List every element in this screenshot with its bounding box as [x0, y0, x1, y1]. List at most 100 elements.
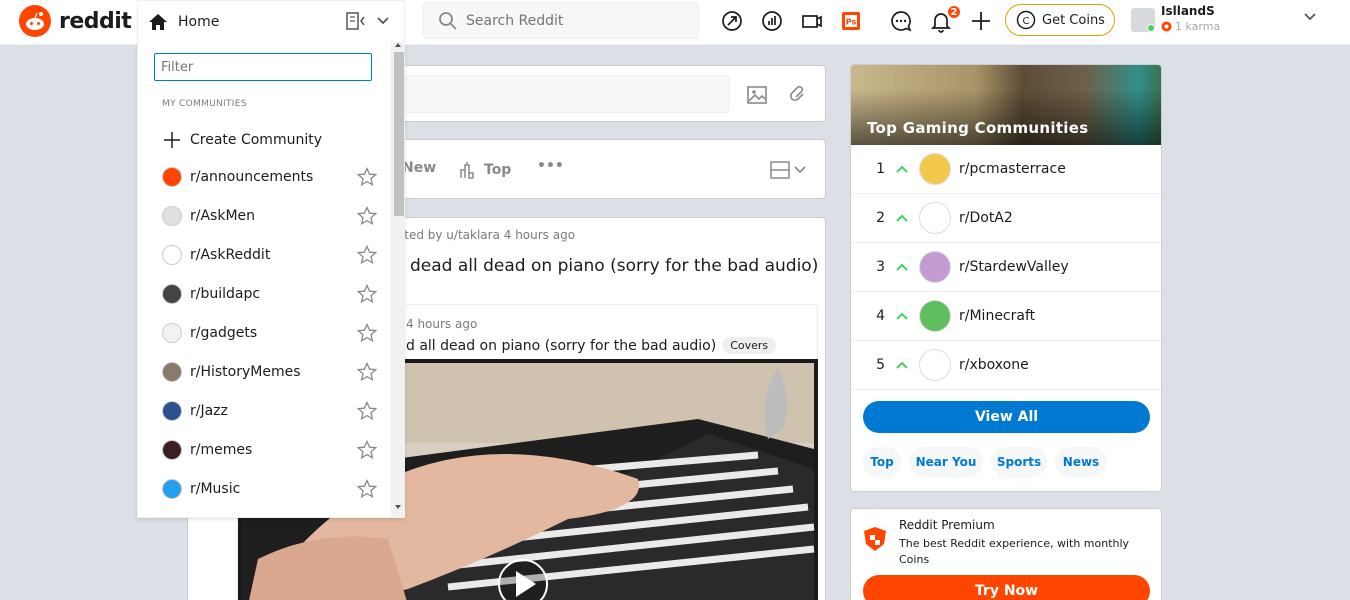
community-item[interactable]: r/HistoryMemes — [162, 354, 377, 390]
rank-up-arrow-icon — [896, 165, 908, 173]
community-rank-row[interactable]: 3 r/StardewValley — [851, 243, 1161, 292]
link-icon[interactable] — [787, 84, 809, 106]
chevron-down-icon[interactable] — [376, 16, 390, 26]
community-rank-row[interactable]: 2 r/DotA2 — [851, 194, 1161, 243]
collapse-sidebar-icon[interactable] — [346, 12, 366, 30]
community-item[interactable]: r/memes — [162, 432, 377, 468]
community-label: r/HistoryMemes — [190, 364, 301, 380]
popular-icon[interactable] — [720, 9, 744, 33]
search-input[interactable] — [466, 12, 666, 29]
home-icon — [149, 13, 167, 30]
chat-icon[interactable] — [889, 9, 913, 33]
premium-description: The best Reddit experience, with monthly… — [899, 537, 1130, 566]
create-community-item[interactable]: Create Community — [162, 122, 377, 158]
community-label: r/memes — [190, 442, 253, 458]
karma-icon — [1161, 21, 1172, 32]
search-bar[interactable] — [423, 2, 699, 39]
shield-icon — [864, 527, 886, 551]
rank-up-arrow-icon — [896, 361, 908, 369]
more-options-button[interactable]: ••• — [537, 158, 564, 174]
premium-title: Reddit Premium — [899, 518, 995, 532]
sort-top-label: Top — [484, 162, 512, 178]
community-item[interactable]: r/Jazz — [162, 393, 377, 429]
star-icon[interactable] — [357, 167, 377, 187]
community-item[interactable]: r/buildapc — [162, 276, 377, 312]
community-rank-row[interactable]: 4 r/Minecraft — [851, 292, 1161, 341]
star-icon[interactable] — [357, 284, 377, 304]
community-avatar-icon — [162, 206, 182, 226]
community-rank-row[interactable]: 5 r/xboxone — [851, 341, 1161, 390]
community-avatar-icon — [162, 167, 182, 187]
rank-number: 3 — [876, 259, 885, 275]
rank-up-arrow-icon — [896, 214, 908, 222]
chip-top[interactable]: Top — [863, 447, 901, 477]
post-flair[interactable]: Covers — [722, 337, 777, 354]
community-label: r/buildapc — [190, 286, 261, 302]
view-all-button[interactable]: View All — [863, 401, 1150, 433]
coin-icon: C — [1016, 10, 1036, 30]
community-item[interactable]: r/announcements — [162, 159, 377, 195]
crosspost-title[interactable]: d all dead on piano (sorry for the bad a… — [406, 337, 777, 354]
top-gaming-widget: Top Gaming Communities 1 r/pcmasterrace 2 r… — [850, 64, 1162, 492]
star-icon[interactable] — [357, 479, 377, 499]
rank-up-arrow-icon — [896, 263, 908, 271]
image-icon[interactable] — [746, 84, 768, 106]
create-post-input[interactable] — [398, 75, 730, 113]
sort-new-label: New — [402, 160, 437, 176]
karma-text: 1 karma — [1175, 20, 1221, 33]
reddit-logo[interactable]: reddit — [19, 5, 132, 37]
scroll-down-icon[interactable] — [394, 504, 402, 510]
star-icon[interactable] — [357, 206, 377, 226]
community-label: r/Music — [190, 481, 241, 497]
filter-input[interactable] — [154, 53, 372, 81]
star-icon[interactable] — [357, 323, 377, 343]
widget-title: Top Gaming Communities — [867, 119, 1089, 137]
stats-icon[interactable] — [760, 9, 784, 33]
plus-icon[interactable] — [969, 9, 993, 33]
sort-new-button[interactable]: New — [402, 160, 436, 176]
user-menu[interactable]: IsllandS 1 karma — [1131, 4, 1331, 40]
community-rank-row[interactable]: 1 r/pcmasterrace — [851, 145, 1161, 194]
home-dropdown-button[interactable]: Home — [137, 0, 405, 42]
video-icon[interactable] — [800, 9, 824, 33]
community-label: r/AskMen — [190, 208, 256, 224]
layout-switcher[interactable] — [770, 160, 806, 180]
star-icon[interactable] — [357, 401, 377, 421]
community-avatar-icon — [919, 202, 951, 234]
section-heading: MY COMMUNITIES — [162, 99, 247, 109]
chip-sports[interactable]: Sports — [991, 447, 1047, 477]
create-community-label: Create Community — [190, 132, 322, 148]
post-title[interactable]: dead all dead on piano (sorry for the ba… — [410, 256, 818, 276]
chip-news[interactable]: News — [1055, 447, 1107, 477]
star-icon[interactable] — [357, 362, 377, 382]
online-indicator — [1147, 24, 1155, 32]
chip-near-you[interactable]: Near You — [909, 447, 983, 477]
home-label: Home — [178, 13, 220, 30]
community-name: r/pcmasterrace — [959, 161, 1066, 177]
chevron-down-icon[interactable] — [1303, 12, 1317, 22]
get-coins-button[interactable]: C Get Coins — [1005, 4, 1115, 36]
post-meta: sted by u/taklara 4 hours ago — [398, 228, 576, 242]
community-label: r/Jazz — [190, 403, 228, 419]
top-chart-icon — [460, 162, 474, 179]
star-icon[interactable] — [357, 245, 377, 265]
public-access-icon[interactable]: Ps — [839, 9, 863, 33]
scroll-up-icon[interactable] — [394, 42, 402, 48]
community-avatar-icon — [162, 401, 182, 421]
more-options-label: ••• — [537, 158, 564, 174]
rank-number: 2 — [876, 210, 885, 226]
community-item[interactable]: r/AskMen — [162, 198, 377, 234]
community-item[interactable]: r/AskReddit — [162, 237, 377, 273]
coins-label: Get Coins — [1042, 12, 1105, 28]
crosspost-title-text: d all dead on piano (sorry for the bad a… — [406, 337, 717, 354]
sort-top-button[interactable]: Top — [458, 160, 511, 180]
community-item[interactable]: r/Music — [162, 471, 377, 507]
try-now-button[interactable]: Try Now — [863, 575, 1150, 600]
karma-line: 1 karma — [1161, 20, 1220, 33]
community-avatar-icon — [162, 245, 182, 265]
scrollbar-thumb[interactable] — [394, 52, 404, 216]
scrollbar[interactable] — [391, 42, 404, 517]
community-name: r/Minecraft — [959, 308, 1036, 324]
community-item[interactable]: r/gadgets — [162, 315, 377, 351]
star-icon[interactable] — [357, 440, 377, 460]
